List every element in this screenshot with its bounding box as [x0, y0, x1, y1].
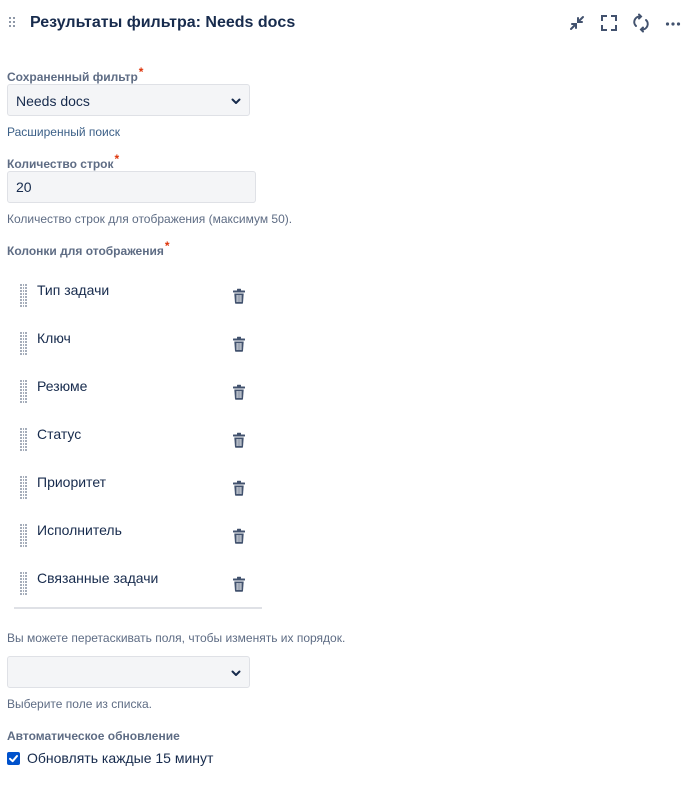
drag-handle-icon[interactable]: [20, 380, 28, 403]
column-name: Исполнитель: [37, 522, 122, 538]
rows-count-input[interactable]: 20: [7, 171, 256, 203]
required-marker: *: [138, 65, 144, 79]
fullscreen-icon[interactable]: [599, 13, 619, 33]
columns-divider: [14, 607, 262, 609]
rows-count-help: Количество строк для отображения (максим…: [7, 212, 293, 226]
chevron-down-icon: [230, 95, 242, 107]
trash-icon[interactable]: [232, 576, 246, 592]
trash-icon[interactable]: [232, 432, 246, 448]
chevron-down-icon: [230, 667, 242, 679]
reorder-help: Вы можете перетаскивать поля, чтобы изме…: [7, 631, 346, 645]
add-field-select[interactable]: [7, 656, 250, 688]
column-name: Ключ: [37, 330, 71, 346]
trash-icon[interactable]: [232, 528, 246, 544]
column-name: Связанные задачи: [37, 570, 159, 586]
required-marker: *: [164, 239, 170, 253]
drag-handle-icon[interactable]: [20, 332, 28, 355]
refresh-icon[interactable]: [631, 13, 651, 33]
gadget-title: Результаты фильтра: Needs docs: [30, 14, 296, 31]
required-marker: *: [114, 152, 120, 166]
add-field-help: Выберите поле из списка.: [7, 697, 152, 711]
column-row[interactable]: Исполнитель: [14, 514, 262, 562]
column-row[interactable]: Резюме: [14, 370, 262, 418]
gadget-header: Результаты фильтра: Needs docs: [0, 0, 694, 46]
drag-handle-icon[interactable]: [20, 284, 28, 307]
column-name: Резюме: [37, 378, 88, 394]
columns-label: Колонки для отображения*: [7, 239, 170, 258]
column-row[interactable]: Связанные задачи: [14, 562, 262, 610]
drag-handle-icon[interactable]: [20, 428, 28, 451]
column-row[interactable]: Приоритет: [14, 466, 262, 514]
trash-icon[interactable]: [232, 288, 246, 304]
rows-count-label: Количество строк*: [7, 152, 120, 171]
drag-handle-icon[interactable]: [20, 572, 28, 595]
column-name: Статус: [37, 426, 82, 442]
trash-icon[interactable]: [232, 336, 246, 352]
auto-refresh-label: Автоматическое обновление: [7, 729, 180, 743]
column-row[interactable]: Статус: [14, 418, 262, 466]
drag-handle-icon[interactable]: [20, 476, 28, 499]
saved-filter-label: Сохраненный фильтр*: [7, 65, 144, 84]
column-name: Приоритет: [37, 474, 107, 490]
trash-icon[interactable]: [232, 384, 246, 400]
column-name: Тип задачи: [37, 282, 110, 298]
minimize-icon[interactable]: [567, 13, 587, 33]
column-row[interactable]: Тип задачи: [14, 274, 262, 322]
trash-icon[interactable]: [232, 480, 246, 496]
drag-handle-icon[interactable]: [9, 17, 17, 29]
column-row[interactable]: Ключ: [14, 322, 262, 370]
auto-refresh-checkbox[interactable]: [7, 752, 20, 765]
saved-filter-value: Needs docs: [16, 93, 90, 109]
drag-handle-icon[interactable]: [20, 524, 28, 547]
more-icon[interactable]: [663, 13, 683, 33]
saved-filter-select[interactable]: Needs docs: [7, 84, 250, 116]
advanced-search-link[interactable]: Расширенный поиск: [7, 125, 120, 139]
auto-refresh-checkbox-label[interactable]: Обновлять каждые 15 минут: [27, 750, 213, 766]
